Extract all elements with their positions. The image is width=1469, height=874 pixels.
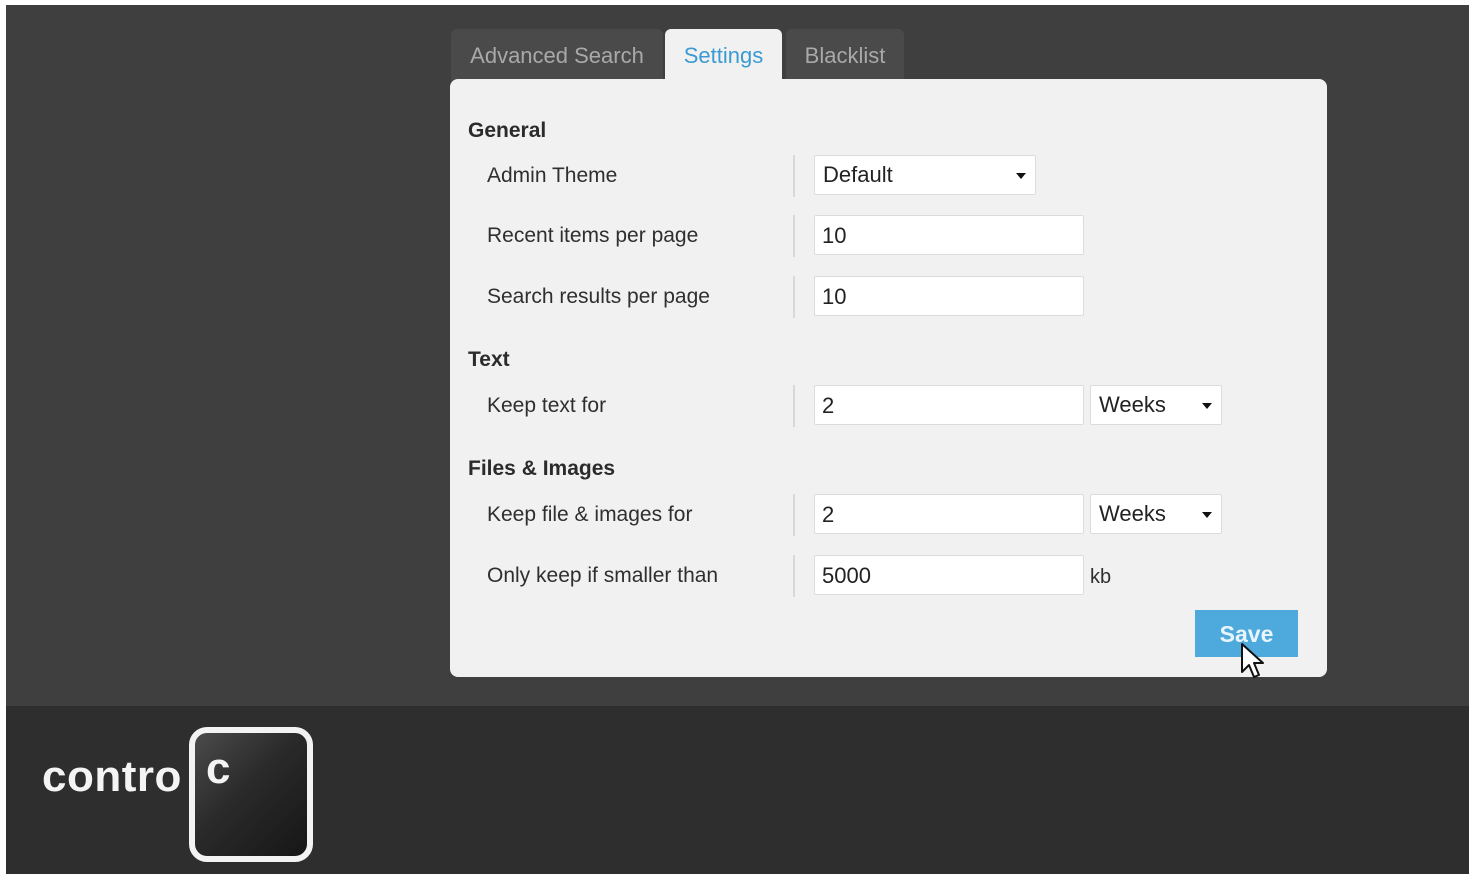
divider (793, 215, 795, 257)
divider (793, 555, 795, 597)
recent-items-label: Recent items per page (487, 224, 699, 247)
admin-theme-label: Admin Theme (487, 164, 618, 187)
section-title-files: Files & Images (468, 457, 616, 480)
chevron-down-icon (1016, 173, 1026, 179)
keep-text-unit-select[interactable]: Weeks (1090, 385, 1222, 425)
section-title-general: General (468, 119, 547, 142)
divider (793, 385, 795, 427)
keep-files-label: Keep file & images for (487, 503, 693, 526)
search-results-input[interactable]: 10 (814, 276, 1084, 316)
tab-advanced-search[interactable]: Advanced Search (451, 29, 663, 83)
max-size-unit: kb (1090, 566, 1112, 588)
divider (793, 276, 795, 318)
search-results-label: Search results per page (487, 285, 710, 308)
brand-logo-text: contro (42, 752, 182, 801)
keep-files-input[interactable]: 2 (814, 494, 1084, 534)
chevron-down-icon (1202, 403, 1212, 409)
keep-text-unit-value: Weeks (1099, 392, 1166, 417)
keep-text-input[interactable]: 2 (814, 385, 1084, 425)
tab-settings[interactable]: Settings (665, 29, 782, 85)
settings-panel: General Admin Theme Default Recent items… (450, 79, 1327, 678)
key-logo-icon: c (189, 727, 313, 862)
keep-text-label: Keep text for (487, 394, 607, 417)
keep-files-unit-value: Weeks (1099, 501, 1166, 526)
keep-files-unit-select[interactable]: Weeks (1090, 494, 1222, 534)
divider (793, 494, 795, 536)
max-size-label: Only keep if smaller than (487, 564, 719, 587)
mouse-pointer-icon (1241, 643, 1264, 678)
key-logo-letter: c (206, 744, 231, 793)
admin-theme-value: Default (823, 162, 893, 187)
tab-blacklist[interactable]: Blacklist (786, 29, 904, 83)
section-title-text: Text (468, 348, 510, 371)
chevron-down-icon (1202, 512, 1212, 518)
max-size-input[interactable]: 5000 (814, 555, 1084, 595)
divider (793, 155, 795, 197)
admin-theme-select[interactable]: Default (814, 155, 1036, 195)
app-stage: Advanced Search Settings Blacklist Gener… (6, 5, 1469, 874)
footer-banner: contro c (6, 706, 1469, 874)
recent-items-input[interactable]: 10 (814, 215, 1084, 255)
